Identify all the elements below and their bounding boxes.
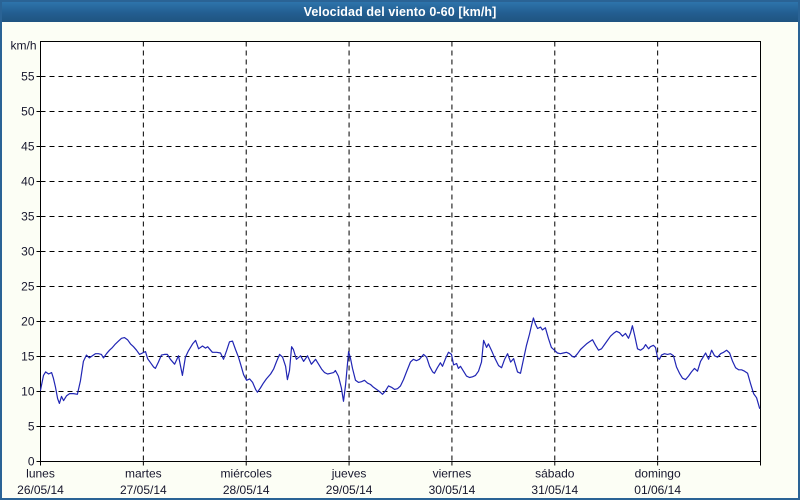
x-date-label: 31/05/14 <box>531 483 578 497</box>
x-day-label: martes <box>125 467 162 481</box>
x-date-label: 30/05/14 <box>429 483 476 497</box>
y-tick-label: 50 <box>21 105 35 119</box>
chart-window: Velocidad del viento 0-60 [km/h] 0510152… <box>0 0 800 500</box>
x-day-label: sábado <box>535 467 575 481</box>
y-tick-label: 15 <box>21 350 35 364</box>
y-axis-unit-label: km/h <box>10 39 36 53</box>
title-bar: Velocidad del viento 0-60 [km/h] <box>2 2 798 22</box>
x-day-label: lunes <box>26 467 55 481</box>
x-day-label: miércoles <box>221 467 272 481</box>
y-tick-label: 20 <box>21 315 35 329</box>
x-date-label: 01/06/14 <box>634 483 681 497</box>
x-date-label: 28/05/14 <box>223 483 270 497</box>
x-day-label: domingo <box>635 467 681 481</box>
wind-speed-chart: 0510152025303540455055km/hlunes26/05/14m… <box>2 22 798 498</box>
y-tick-label: 30 <box>21 245 35 259</box>
x-day-label: jueves <box>331 467 367 481</box>
x-date-label: 27/05/14 <box>120 483 167 497</box>
y-tick-label: 10 <box>21 385 35 399</box>
x-date-label: 29/05/14 <box>326 483 373 497</box>
x-day-label: viernes <box>433 467 472 481</box>
y-tick-label: 25 <box>21 280 35 294</box>
chart-title: Velocidad del viento 0-60 [km/h] <box>304 5 497 19</box>
y-tick-label: 5 <box>28 420 35 434</box>
y-tick-label: 35 <box>21 210 35 224</box>
y-tick-label: 45 <box>21 140 35 154</box>
x-date-label: 26/05/14 <box>17 483 64 497</box>
y-tick-label: 55 <box>21 70 35 84</box>
y-tick-label: 40 <box>21 175 35 189</box>
